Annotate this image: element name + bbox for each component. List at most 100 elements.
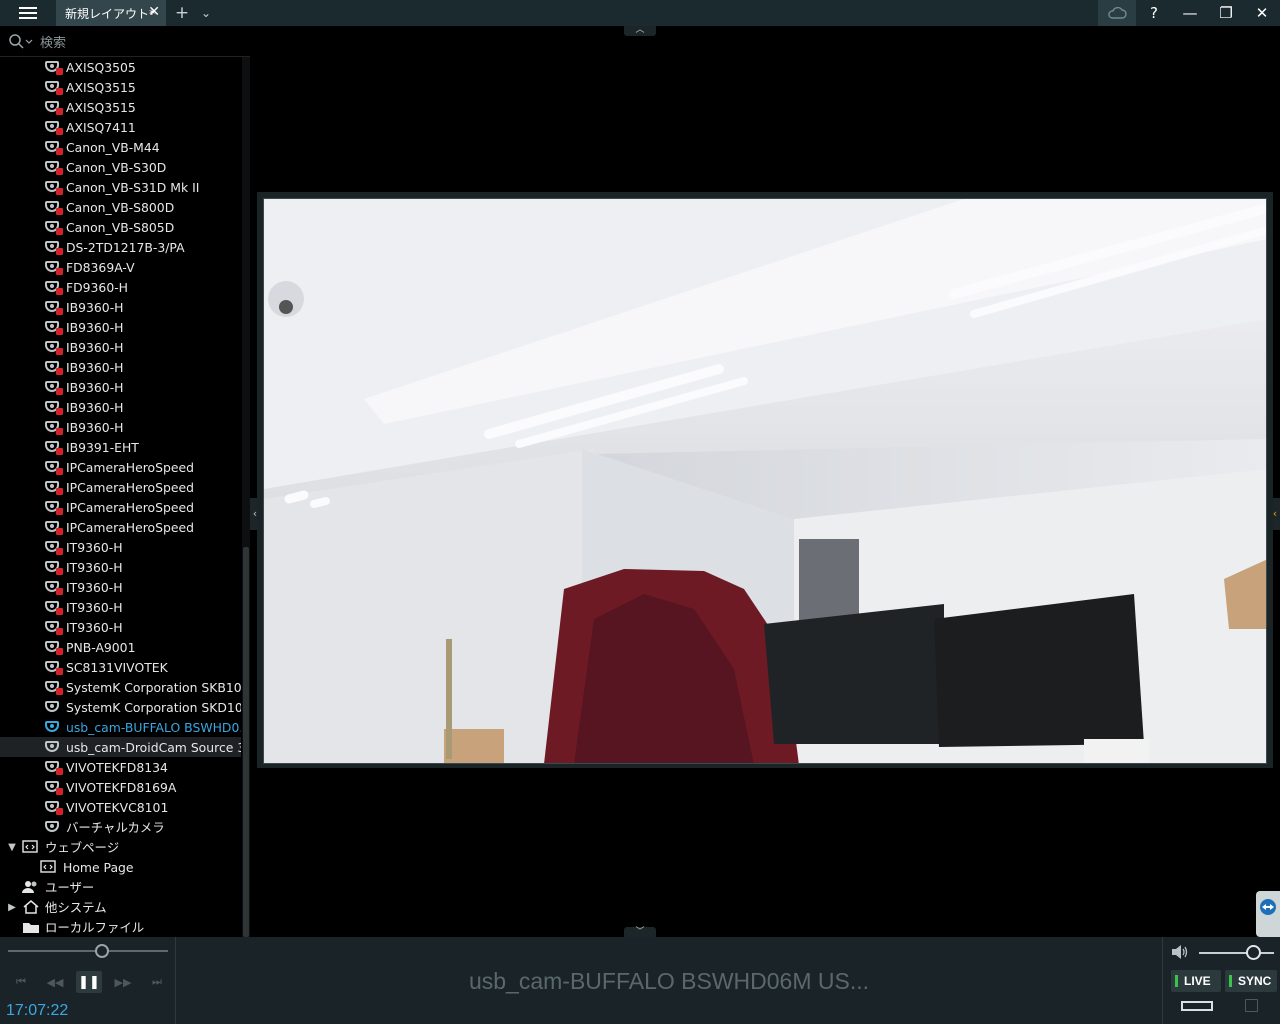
cloud-button[interactable] bbox=[1098, 0, 1136, 26]
sync-button[interactable]: SYNC bbox=[1225, 970, 1277, 992]
collapse-top-panel-button[interactable]: ︿ bbox=[624, 26, 656, 36]
layout-tab[interactable]: 新規レイアウト* ✕ bbox=[56, 0, 166, 26]
calendar-icon[interactable] bbox=[1245, 999, 1258, 1012]
camera-tree-item[interactable]: DS-2TD1217B-3/PA bbox=[0, 237, 241, 257]
expand-arrow-icon[interactable]: ▼ bbox=[4, 842, 20, 853]
camera-tree-item-label: VIVOTEKFD8169A bbox=[66, 779, 177, 795]
camera-tile[interactable] bbox=[257, 192, 1273, 768]
camera-tree-item[interactable]: IB9360-H bbox=[0, 337, 241, 357]
camera-tree-item[interactable]: Canon_VB-S800D bbox=[0, 197, 241, 217]
minimize-button[interactable]: — bbox=[1172, 0, 1208, 26]
camera-icon bbox=[44, 139, 63, 155]
camera-tree-item-label: IB9360-H bbox=[66, 339, 124, 355]
error-badge-icon bbox=[56, 688, 63, 695]
playback-panel: ⏮ ◀◀ ❚❚ ▶▶ ⏭ 17:07:22 usb_cam-BUFFALO BS… bbox=[0, 937, 1280, 1024]
tree-group-local-files[interactable]: ローカルファイル bbox=[0, 917, 241, 937]
camera-tree-item[interactable]: IB9360-H bbox=[0, 317, 241, 337]
camera-icon bbox=[44, 99, 63, 115]
camera-tree-item-label: FD8369A-V bbox=[66, 259, 135, 275]
camera-tree-item[interactable]: バーチャルカメラ bbox=[0, 817, 241, 837]
camera-tree-item[interactable]: Canon_VB-S30D bbox=[0, 157, 241, 177]
search-input[interactable]: 検索 bbox=[40, 32, 66, 51]
camera-tree-item[interactable]: IPCameraHeroSpeed bbox=[0, 457, 241, 477]
camera-tree-item[interactable]: SystemK Corporation SKD10 bbox=[0, 697, 241, 717]
camera-tree-item-label: IT9360-H bbox=[66, 599, 123, 615]
timeline-toggle-icon[interactable] bbox=[1181, 1001, 1213, 1011]
live-indicator bbox=[1175, 975, 1178, 987]
search-bar[interactable]: 検索 bbox=[0, 26, 250, 57]
search-icon[interactable] bbox=[8, 33, 34, 49]
camera-tree-item[interactable]: usb_cam-BUFFALO BSWHD0... bbox=[0, 717, 241, 737]
camera-tree-item[interactable]: IB9360-H bbox=[0, 377, 241, 397]
camera-icon bbox=[44, 679, 63, 695]
tree-group-other-systems[interactable]: ▶ 他システム bbox=[0, 897, 241, 917]
camera-tree-item[interactable]: SC8131VIVOTEK bbox=[0, 657, 241, 677]
camera-tree-item[interactable]: IB9360-H bbox=[0, 357, 241, 377]
camera-icon bbox=[44, 559, 63, 575]
camera-tree-item[interactable]: IB9360-H bbox=[0, 417, 241, 437]
live-button[interactable]: LIVE bbox=[1171, 970, 1221, 992]
camera-tree-item[interactable]: IT9360-H bbox=[0, 577, 241, 597]
camera-tree-item[interactable]: IPCameraHeroSpeed bbox=[0, 517, 241, 537]
camera-tree-item[interactable]: IT9360-H bbox=[0, 617, 241, 637]
camera-icon bbox=[44, 639, 63, 655]
camera-tree-item[interactable]: SystemK Corporation SKB10 bbox=[0, 677, 241, 697]
pause-button[interactable]: ❚❚ bbox=[76, 971, 102, 993]
camera-tree-item[interactable]: FD8369A-V bbox=[0, 257, 241, 277]
camera-tree-item[interactable]: VIVOTEKFD8169A bbox=[0, 777, 241, 797]
camera-tree-item[interactable]: AXISQ3515 bbox=[0, 97, 241, 117]
camera-tree-item[interactable]: usb_cam-DroidCam Source 3 bbox=[0, 737, 241, 757]
camera-tree-item[interactable]: VIVOTEKVC8101 bbox=[0, 797, 241, 817]
camera-tree-item[interactable]: IT9360-H bbox=[0, 537, 241, 557]
camera-tree-item-label: Canon_VB-S800D bbox=[66, 199, 175, 215]
expand-arrow-icon[interactable]: ▶ bbox=[4, 902, 20, 913]
camera-tree-item-label: IB9391-EHT bbox=[66, 439, 139, 455]
restore-button[interactable]: ❐ bbox=[1208, 0, 1244, 26]
tree-group-webpages[interactable]: ▼ ウェブページ bbox=[0, 837, 241, 857]
main-menu-button[interactable] bbox=[0, 0, 56, 26]
camera-tree-item[interactable]: IT9360-H bbox=[0, 557, 241, 577]
tree-scrollbar[interactable] bbox=[242, 57, 250, 937]
camera-tree-item[interactable]: IB9391-EHT bbox=[0, 437, 241, 457]
collapse-bottom-panel-button[interactable]: ﹀ bbox=[624, 927, 656, 937]
camera-tree-item[interactable]: Canon_VB-M44 bbox=[0, 137, 241, 157]
skip-start-button[interactable]: ⏮ bbox=[8, 971, 34, 993]
scrollbar-thumb[interactable] bbox=[243, 547, 249, 937]
camera-tree-item[interactable]: FD9360-H bbox=[0, 277, 241, 297]
speed-slider[interactable] bbox=[8, 950, 168, 952]
camera-tree-item[interactable]: AXISQ7411 bbox=[0, 117, 241, 137]
volume-icon[interactable] bbox=[1171, 944, 1189, 960]
rewind-button[interactable]: ◀◀ bbox=[42, 971, 68, 993]
speed-slider-handle[interactable] bbox=[95, 944, 109, 958]
camera-tree-item[interactable]: IT9360-H bbox=[0, 597, 241, 617]
current-item-title: usb_cam-BUFFALO BSWHD06M US... bbox=[468, 968, 870, 994]
camera-tree-item[interactable]: VIVOTEKFD8134 bbox=[0, 757, 241, 777]
camera-icon bbox=[44, 159, 63, 175]
camera-tree-item[interactable]: Canon_VB-S31D Mk II bbox=[0, 177, 241, 197]
camera-tree-item[interactable]: AXISQ3515 bbox=[0, 77, 241, 97]
help-button[interactable]: ? bbox=[1136, 0, 1172, 26]
tab-close-icon[interactable]: ✕ bbox=[148, 4, 160, 20]
camera-tree-item[interactable]: Canon_VB-S805D bbox=[0, 217, 241, 237]
camera-tree-item[interactable]: IB9360-H bbox=[0, 397, 241, 417]
volume-slider-handle[interactable] bbox=[1246, 945, 1261, 960]
camera-tree-item[interactable]: PNB-A9001 bbox=[0, 637, 241, 657]
add-tab-button[interactable]: + bbox=[170, 3, 194, 23]
volume-slider[interactable] bbox=[1199, 952, 1274, 954]
forward-button[interactable]: ▶▶ bbox=[110, 971, 136, 993]
camera-tree-item-label: IT9360-H bbox=[66, 559, 123, 575]
camera-tree-item[interactable]: IPCameraHeroSpeed bbox=[0, 477, 241, 497]
camera-video-feed[interactable] bbox=[263, 198, 1267, 764]
close-button[interactable]: ✕ bbox=[1244, 0, 1280, 26]
tab-list-dropdown[interactable]: ⌄ bbox=[194, 6, 218, 20]
tree-group-users[interactable]: ユーザー bbox=[0, 877, 241, 897]
video-frame-image bbox=[264, 199, 1266, 763]
folder-icon bbox=[22, 919, 40, 935]
camera-tree-item[interactable]: AXISQ3505 bbox=[0, 57, 241, 77]
camera-tree-item[interactable]: IB9360-H bbox=[0, 297, 241, 317]
tree-item-home-page[interactable]: Home Page bbox=[0, 857, 241, 877]
camera-tree-item[interactable]: IPCameraHeroSpeed bbox=[0, 497, 241, 517]
skip-end-button[interactable]: ⏭ bbox=[144, 971, 170, 993]
floating-support-widget[interactable] bbox=[1256, 891, 1280, 937]
sync-indicator bbox=[1229, 975, 1232, 987]
